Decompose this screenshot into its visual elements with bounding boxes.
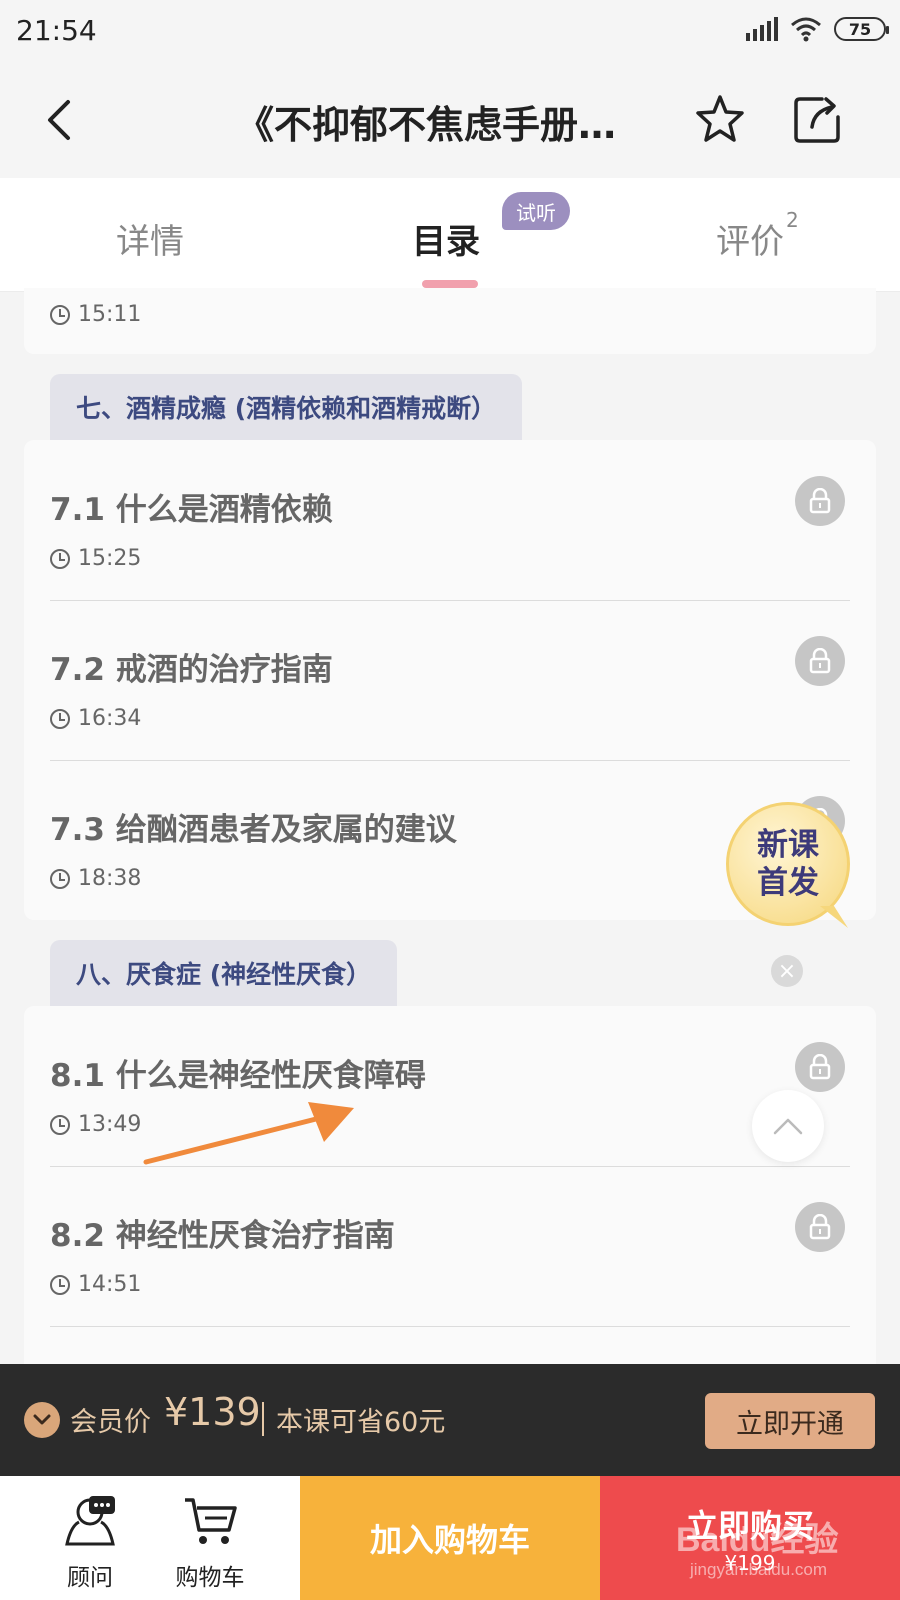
lesson-time: 15:25 bbox=[50, 546, 141, 571]
lesson-title[interactable]: 8.1 什么是神经性厌食障碍 bbox=[50, 1050, 426, 1095]
clock-icon bbox=[50, 708, 70, 729]
promo-line1: 新课 bbox=[757, 827, 819, 863]
activate-membership-button[interactable]: 立即开通 bbox=[705, 1393, 875, 1449]
status-bar: 21:54 75 bbox=[0, 0, 900, 60]
status-icons: 75 bbox=[746, 16, 889, 42]
clock-icon bbox=[50, 548, 70, 569]
add-to-cart-button[interactable]: 加入购物车 bbox=[300, 1476, 600, 1600]
section-header[interactable]: 八、厌食症 (神经性厌食） bbox=[50, 940, 398, 1006]
lesson-time: 14:51 bbox=[50, 1272, 141, 1297]
member-savings: 本课可省60元 bbox=[276, 1407, 446, 1438]
header: 《不抑郁不焦虑手册… bbox=[0, 60, 900, 178]
clock-icon bbox=[50, 1274, 70, 1295]
tab-catalog[interactable]: 目录 bbox=[412, 214, 480, 263]
lesson-duration: 14:51 bbox=[78, 1272, 142, 1297]
lesson-title[interactable]: 7.3 给酗酒患者及家属的建议 bbox=[50, 804, 457, 849]
lock-icon[interactable] bbox=[795, 1202, 845, 1252]
lock-icon[interactable] bbox=[795, 476, 845, 526]
page-title: 《不抑郁不焦虑手册… bbox=[236, 103, 617, 147]
baidu-watermark: Baidu经验 bbox=[676, 1521, 839, 1559]
review-count: 2 bbox=[786, 208, 799, 232]
lesson-duration: 18:38 bbox=[78, 866, 142, 891]
clock-icon bbox=[50, 304, 70, 325]
tab-bar: 详情 目录 评价2 bbox=[0, 178, 900, 292]
divider bbox=[50, 760, 850, 761]
lesson-time: 18:38 bbox=[50, 866, 141, 891]
trial-badge: 试听 bbox=[502, 192, 570, 230]
cart-button[interactable]: 购物车 bbox=[150, 1476, 270, 1600]
member-bar: 会员价 ¥139 本课可省60元 立即开通 bbox=[0, 1364, 900, 1476]
lock-icon[interactable] bbox=[795, 1042, 845, 1092]
signal-icon bbox=[746, 17, 778, 41]
promo-bubble-tail bbox=[820, 906, 848, 928]
lesson-duration: 13:49 bbox=[78, 1112, 142, 1137]
cart-label: 购物车 bbox=[175, 1565, 245, 1591]
member-chevron-icon bbox=[24, 1402, 60, 1438]
chevron-up-icon bbox=[773, 1118, 803, 1135]
lesson-title[interactable]: 8.2 神经性厌食治疗指南 bbox=[50, 1210, 395, 1255]
lesson-duration: 15:11 bbox=[78, 302, 142, 327]
lesson-title[interactable]: 7.2 戒酒的治疗指南 bbox=[50, 644, 333, 689]
tab-review[interactable]: 评价2 bbox=[716, 208, 799, 263]
share-icon[interactable] bbox=[792, 93, 844, 145]
clock-icon bbox=[50, 1114, 70, 1135]
annotation-arrow-icon bbox=[143, 1102, 354, 1165]
baidu-watermark-url: jingyan.baidu.com bbox=[690, 1560, 828, 1579]
divider bbox=[50, 600, 850, 601]
cart-icon bbox=[185, 1498, 237, 1544]
tab-review-label: 评价 bbox=[716, 222, 784, 262]
close-icon[interactable]: × bbox=[771, 955, 803, 987]
member-label: 会员价 bbox=[70, 1407, 151, 1438]
lesson-title[interactable]: 7.1 什么是酒精依赖 bbox=[50, 484, 333, 529]
star-icon[interactable] bbox=[694, 93, 746, 145]
member-price: ¥139 bbox=[164, 1390, 261, 1434]
scroll-top-button[interactable] bbox=[752, 1090, 824, 1162]
lesson-duration: 16:34 bbox=[78, 706, 142, 731]
previous-lesson-card[interactable]: 15:11 bbox=[24, 288, 876, 354]
clock-icon bbox=[50, 868, 70, 889]
divider bbox=[50, 1326, 850, 1327]
promo-line2: 首发 bbox=[757, 865, 819, 901]
lock-icon[interactable] bbox=[795, 636, 845, 686]
lesson-duration: 15:25 bbox=[78, 546, 142, 571]
tab-detail[interactable]: 详情 bbox=[116, 214, 184, 263]
active-tab-indicator bbox=[422, 280, 478, 288]
battery-indicator: 75 bbox=[834, 17, 889, 41]
member-separator bbox=[262, 1402, 264, 1436]
status-time: 21:54 bbox=[16, 14, 97, 47]
advisor-button[interactable]: 顾问 bbox=[30, 1476, 150, 1600]
section-header[interactable]: 七、酒精成瘾 (酒精依赖和酒精戒断） bbox=[50, 374, 523, 440]
lesson-time: 13:49 bbox=[50, 1112, 141, 1137]
lesson-time: 16:34 bbox=[50, 706, 141, 731]
wifi-icon bbox=[791, 17, 821, 42]
advisor-label: 顾问 bbox=[67, 1565, 113, 1591]
advisor-icon bbox=[65, 1496, 115, 1546]
back-icon[interactable] bbox=[40, 90, 80, 150]
lesson-time: 15:11 bbox=[50, 302, 141, 327]
